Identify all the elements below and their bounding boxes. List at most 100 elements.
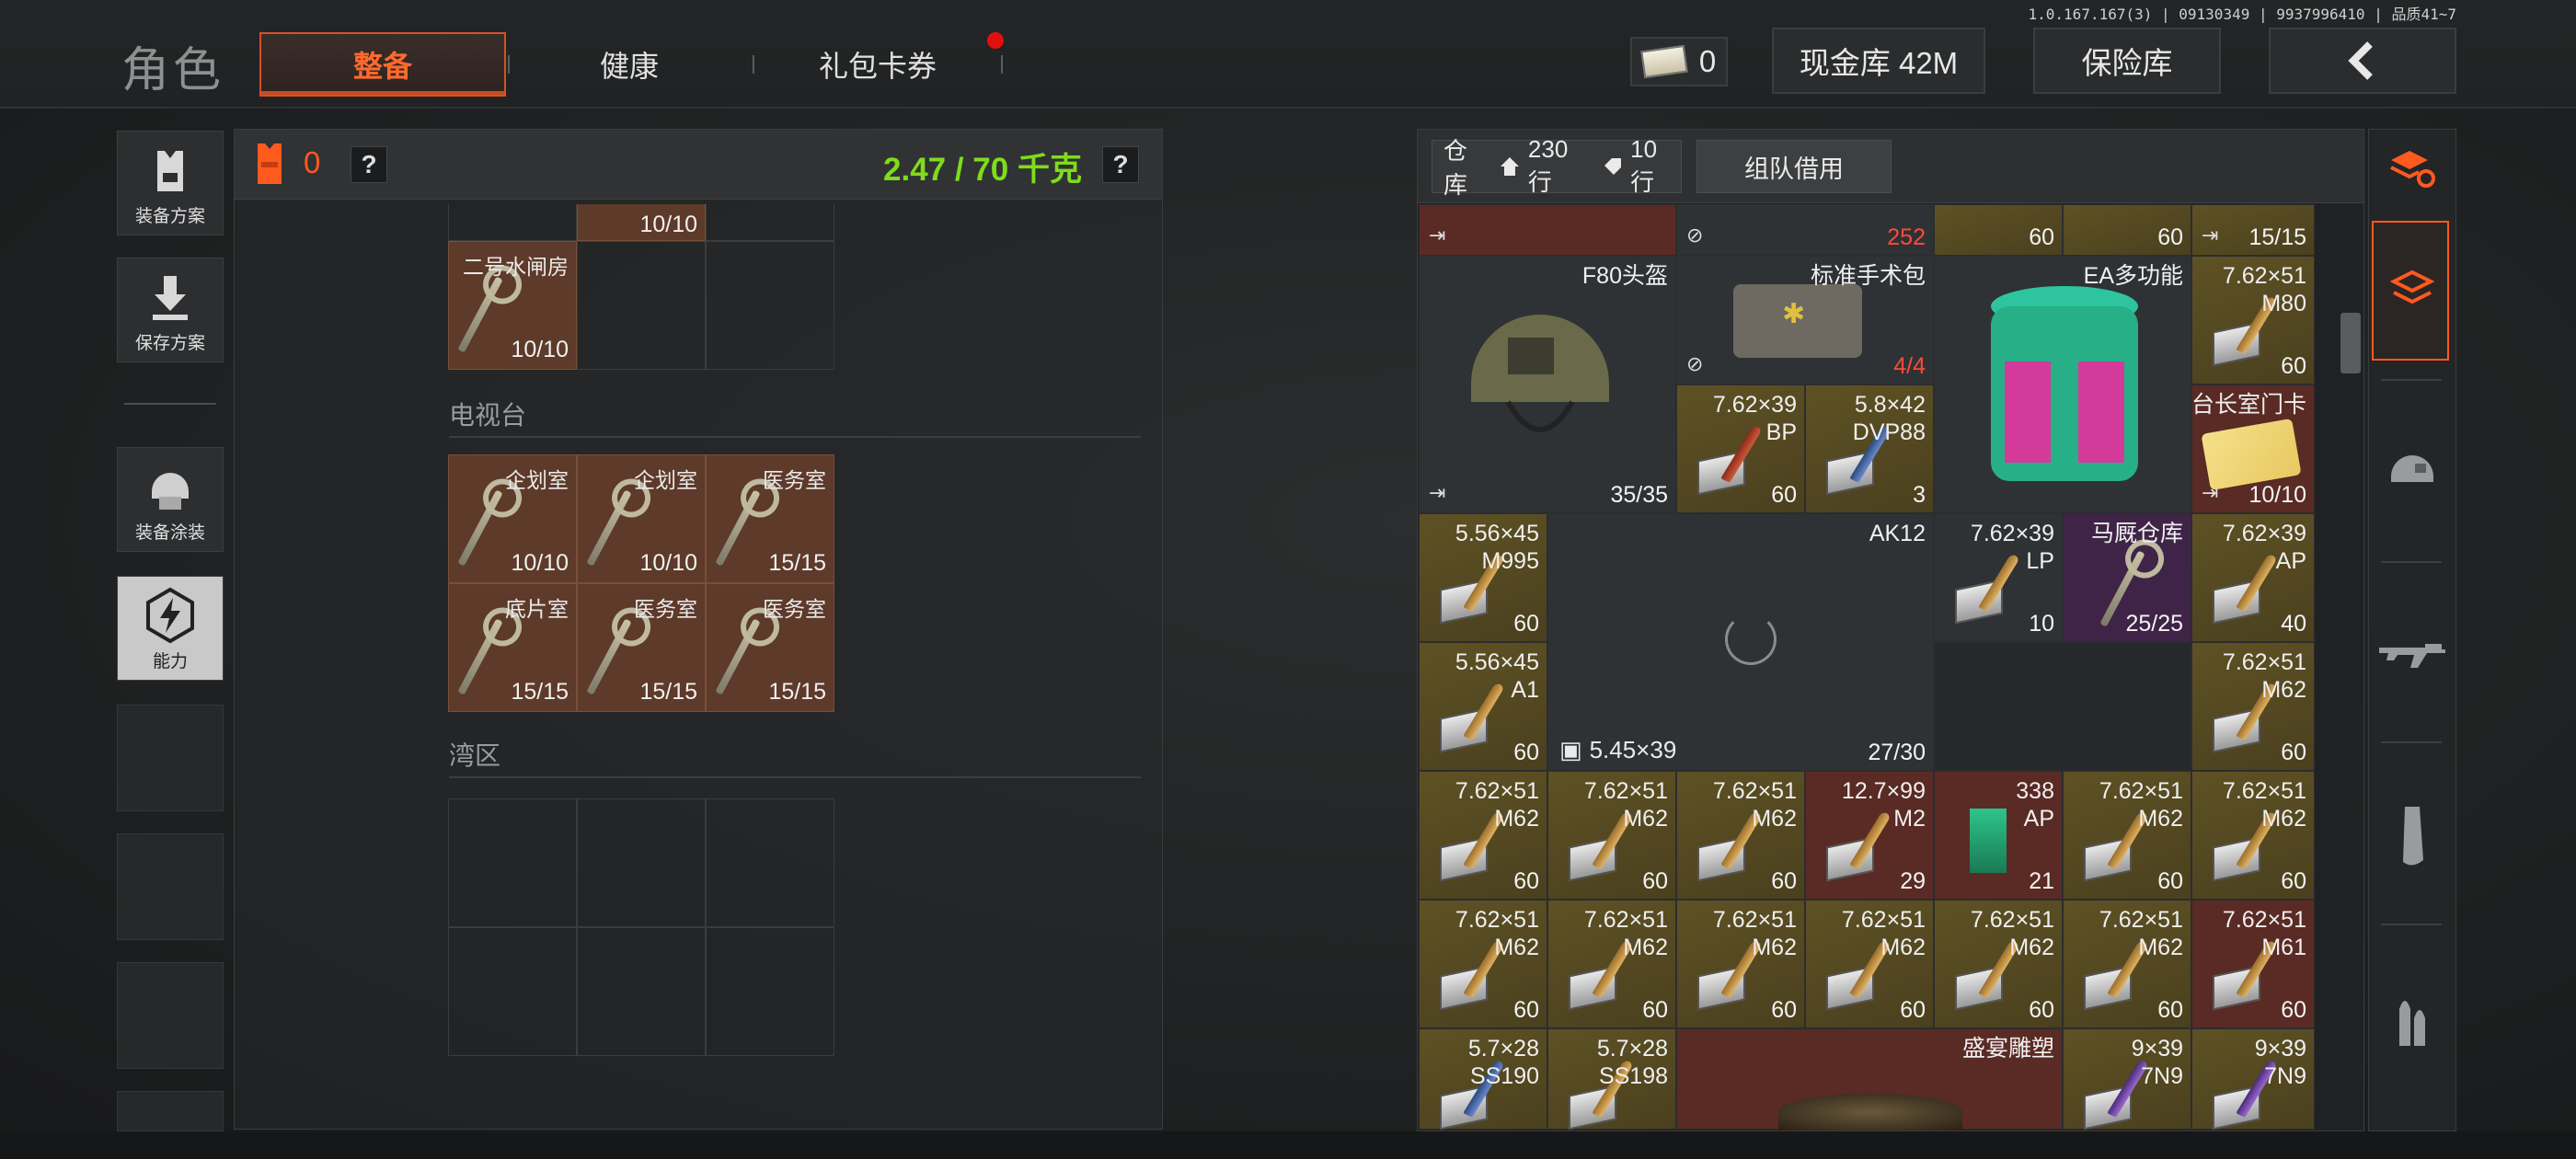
key-item[interactable]: 企划室 10/10 <box>577 454 706 583</box>
tab-gear[interactable]: 整备 <box>259 32 506 97</box>
back-button[interactable] <box>2269 28 2456 94</box>
backpack-item[interactable]: EA多功能 <box>1934 256 2191 513</box>
tab-magazines[interactable] <box>2372 763 2453 911</box>
tab-ammo[interactable] <box>2372 947 2453 1095</box>
ammo-box-icon <box>2084 965 2132 1011</box>
inventory-slot[interactable] <box>577 241 706 370</box>
ammo-item[interactable]: 7.62×51 M62 60 <box>2191 642 2315 771</box>
inventory-slot[interactable]: 10/10 <box>577 204 706 241</box>
tab-health[interactable]: 健康 <box>510 32 749 97</box>
ammo-item[interactable]: 12.7×99 M2 29 <box>1805 771 1934 900</box>
ammo-item[interactable]: 9×39 7N9 <box>2063 1028 2191 1130</box>
ammo-item[interactable]: 7.62×51 M62 60 <box>1676 900 1805 1028</box>
weapon-item-ak12[interactable]: AK12 ▣ 5.45×39 27/30 <box>1547 513 1934 771</box>
inventory-slot[interactable] <box>448 798 577 927</box>
armor-help-button[interactable]: ? <box>351 146 387 183</box>
tab-weapons[interactable] <box>2372 580 2453 727</box>
ammo-item[interactable]: 7.62×51 M62 60 <box>1419 900 1547 1028</box>
inventory-slot[interactable] <box>706 241 834 370</box>
stash-item[interactable]: 60 <box>1934 204 2063 256</box>
stash-item[interactable]: ⇥ 15/15 <box>2191 204 2315 256</box>
tab-helmets[interactable] <box>2372 396 2453 543</box>
ammo-item[interactable]: 7.62×39 LP 10 <box>1934 513 2063 642</box>
ammo-item[interactable]: 7.62×51 M62 60 <box>2063 771 2191 900</box>
ammo-item[interactable]: 7.62×51 M62 60 <box>1805 900 1934 1028</box>
empty-rail-slot[interactable] <box>117 962 224 1069</box>
ammo-item[interactable]: 7.62×51 M62 60 <box>1547 900 1676 1028</box>
ammo-item[interactable]: 7.62×51 M61 60 <box>2191 900 2315 1028</box>
empty-rail-slot[interactable] <box>117 1091 224 1131</box>
inventory-slot[interactable] <box>448 927 577 1056</box>
rail-divider <box>124 403 216 405</box>
empty-rail-slot[interactable] <box>117 705 224 811</box>
tag-rows: 10行 <box>1630 135 1658 196</box>
key-icon <box>457 618 503 695</box>
key-item[interactable]: 二号水闸房 10/10 <box>448 241 577 370</box>
statue-item[interactable]: 盛宴雕塑 <box>1676 1028 2063 1130</box>
item-count: 252 <box>1887 224 1926 250</box>
surgical-kit-item[interactable]: ✱ 标准手术包 ⊘ 4/4 <box>1676 256 1934 384</box>
stash-item[interactable]: ⇥ <box>1419 204 1676 256</box>
ammo-box-icon <box>2213 1084 2260 1130</box>
gear-paint-button[interactable]: 装备涂装 <box>117 447 224 552</box>
ammo-item[interactable]: 7.62×39 BP 60 <box>1676 384 1805 513</box>
weight-help-button[interactable]: ? <box>1102 146 1139 183</box>
ability-button[interactable]: 能力 <box>117 576 224 681</box>
stash-capacity-button[interactable]: 仓库 230行 10行 <box>1432 135 1682 199</box>
item-count: 60 <box>2281 868 2306 894</box>
ammo-box-icon <box>1440 579 1488 625</box>
inventory-slot[interactable] <box>706 927 834 1056</box>
stash-scrollbar[interactable] <box>2340 313 2361 373</box>
item-name: 企划室 <box>634 468 697 492</box>
tab-gift-coupons[interactable]: 礼包卡券 <box>756 32 999 97</box>
ammo-item[interactable]: 7.62×51 M80 60 <box>2191 256 2315 384</box>
save-plan-button[interactable]: 保存方案 <box>117 258 224 362</box>
inventory-slot[interactable] <box>706 204 834 241</box>
ammo-item[interactable]: 7.62×39 AP 40 <box>2191 513 2315 642</box>
cash-vault-button[interactable]: 现金库 42M <box>1772 28 1985 94</box>
key-item[interactable]: 底片室 15/15 <box>448 583 577 712</box>
item-name: 12.7×99 M2 <box>1841 778 1926 832</box>
item-count: 60 <box>1642 997 1668 1023</box>
tab-all-items[interactable] <box>2372 221 2449 361</box>
ammo-item[interactable]: 5.56×45 A1 60 <box>1419 642 1547 771</box>
inventory-slot[interactable] <box>577 927 706 1056</box>
bottom-bar <box>0 1131 2576 1159</box>
key-item[interactable]: 企划室 10/10 <box>448 454 577 583</box>
empty-rail-slot[interactable] <box>117 833 224 940</box>
ammo-item[interactable]: 5.7×28 SS190 <box>1419 1028 1547 1130</box>
ammo-item[interactable]: 7.62×51 M62 60 <box>1934 900 2063 1028</box>
ammo-item[interactable]: 5.7×28 SS198 <box>1547 1028 1676 1130</box>
stash-item[interactable]: ⊘ 252 <box>1676 204 1934 256</box>
insurance-button[interactable]: 保险库 <box>2033 28 2221 94</box>
key-item[interactable]: 医务室 15/15 <box>577 583 706 712</box>
ammo-item[interactable]: 7.62×51 M62 60 <box>2191 771 2315 900</box>
gear-plan-button[interactable]: 装备方案 <box>117 131 224 235</box>
inventory-slot[interactable] <box>706 798 834 927</box>
item-name: 7.62×51 M80 <box>2222 263 2306 316</box>
ammo-item[interactable]: 7.62×51 M62 60 <box>1676 771 1805 900</box>
key-icon <box>457 489 503 567</box>
key-item[interactable]: 医务室 15/15 <box>706 454 834 583</box>
team-borrow-button[interactable]: 组队借用 <box>1696 140 1892 193</box>
empty-stash-slot[interactable] <box>1934 642 2191 771</box>
stash-item[interactable]: 60 <box>2063 204 2191 256</box>
sort-stash-button[interactable] <box>2372 138 2453 199</box>
ammo-item[interactable]: 338 AP 21 <box>1934 771 2063 900</box>
ammo-item[interactable]: 5.56×45 M995 60 <box>1419 513 1547 642</box>
item-count: 60 <box>1513 740 1539 765</box>
ammo-item[interactable]: 7.62×51 M62 60 <box>1419 771 1547 900</box>
keycard-item[interactable]: 台长室门卡 ⇥ 10/10 <box>2191 384 2315 513</box>
helmet-item[interactable]: F80头盔 ⇥ 35/35 <box>1419 256 1676 513</box>
item-count: 60 <box>2157 868 2183 894</box>
item-name: 5.56×45 M995 <box>1455 521 1539 574</box>
ammo-item[interactable]: 7.62×51 M62 60 <box>2063 900 2191 1028</box>
inventory-slot[interactable] <box>577 798 706 927</box>
ammo-item[interactable]: 9×39 7N9 <box>2191 1028 2315 1130</box>
ammo-item[interactable]: 7.62×51 M62 60 <box>1547 771 1676 900</box>
money-display[interactable]: 0 <box>1630 37 1728 86</box>
key-item[interactable]: 马厩仓库 25/25 <box>2063 513 2191 642</box>
ammo-item[interactable]: 5.8×42 DVP88 3 <box>1805 384 1934 513</box>
inventory-slot[interactable] <box>448 204 577 241</box>
key-item[interactable]: 医务室 15/15 <box>706 583 834 712</box>
